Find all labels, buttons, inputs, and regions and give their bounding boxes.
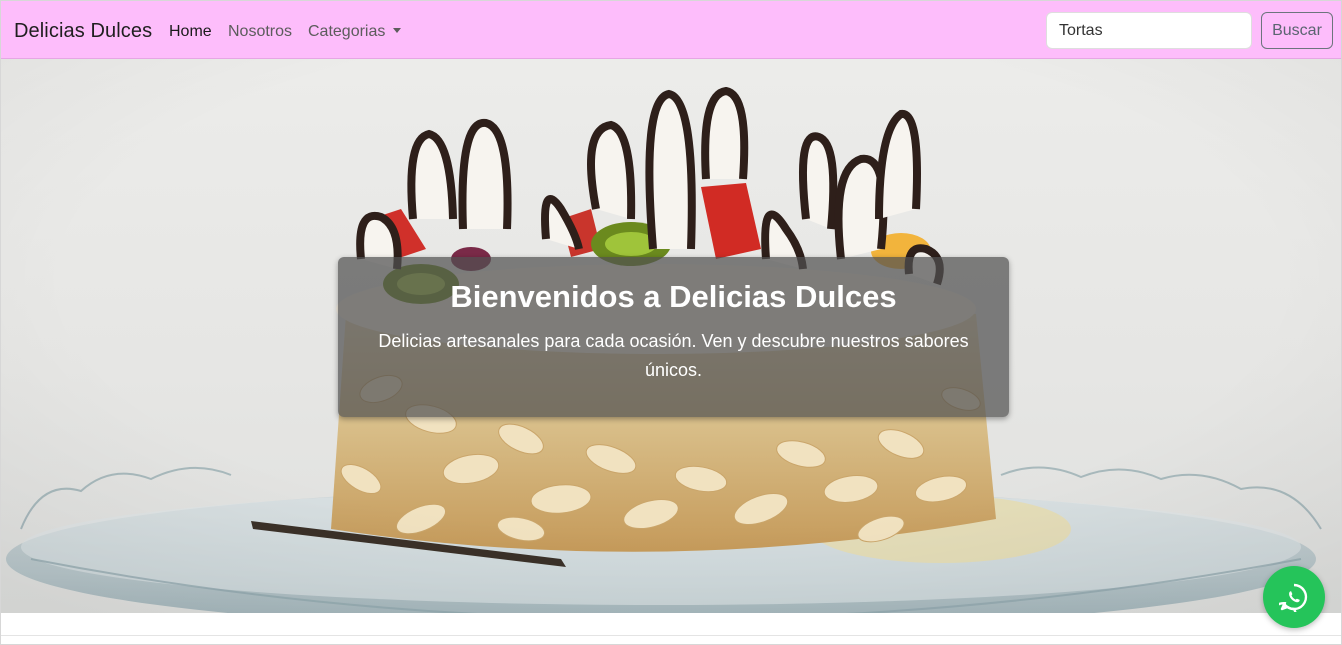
nav-link-home[interactable]: Home [169, 23, 212, 41]
divider [1, 635, 1341, 636]
hero-title: Bienvenidos a Delicias Dulces [450, 279, 897, 314]
hero-subtitle: Delicias artesanales para cada ocasión. … [378, 331, 969, 380]
whatsapp-button[interactable] [1263, 566, 1325, 628]
whatsapp-icon [1279, 583, 1308, 612]
content-area [1, 613, 1341, 644]
page: Delicias Dulces Home Nosotros Categorias… [0, 0, 1342, 645]
navbar: Delicias Dulces Home Nosotros Categorias… [1, 1, 1341, 59]
search-input[interactable] [1046, 12, 1252, 49]
caret-down-icon [393, 28, 402, 33]
brand-logo[interactable]: Delicias Dulces [14, 20, 152, 43]
hero-carousel: Bienvenidos a Delicias Dulces Delicias a… [1, 59, 1341, 613]
search-button[interactable]: Buscar [1261, 12, 1333, 49]
nav-dropdown-label: Categorias [308, 23, 386, 40]
nav-dropdown-categorias[interactable]: Categorias [308, 23, 402, 41]
hero-caption: Bienvenidos a Delicias Dulces Delicias a… [338, 257, 1009, 417]
nav-link-nosotros[interactable]: Nosotros [228, 23, 292, 41]
